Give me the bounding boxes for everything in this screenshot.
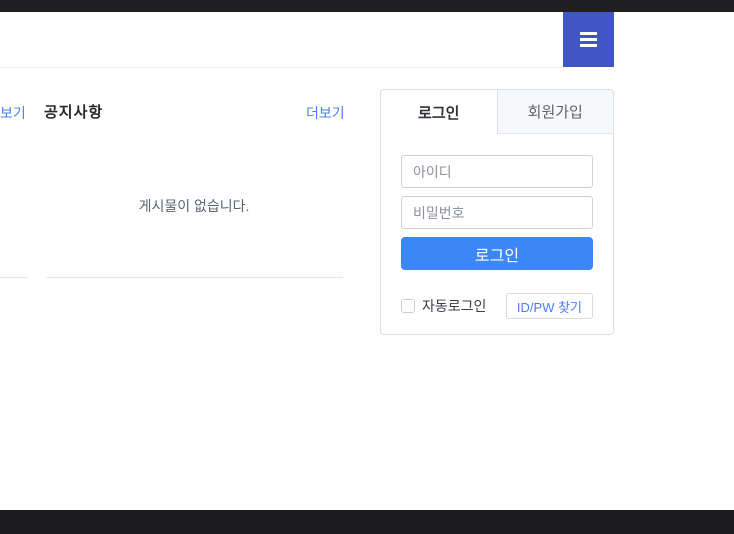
- hamburger-icon: [580, 38, 597, 41]
- cutoff-column-divider: [0, 277, 28, 278]
- notice-divider: [46, 277, 343, 278]
- header-divider: [0, 67, 563, 68]
- cutoff-more-link[interactable]: 보기: [0, 103, 26, 123]
- login-form: 로그인 자동로그인 ID/PW 찾기: [381, 134, 613, 319]
- hamburger-menu-button[interactable]: [563, 12, 614, 67]
- tab-signup[interactable]: 회원가입: [497, 90, 614, 134]
- find-id-pw-button[interactable]: ID/PW 찾기: [506, 293, 593, 319]
- login-options-row: 자동로그인 ID/PW 찾기: [401, 293, 593, 319]
- auto-login-checkbox[interactable]: [401, 299, 415, 313]
- login-panel: 로그인 회원가입 로그인 자동로그인 ID/PW 찾기: [380, 89, 614, 335]
- login-tabs: 로그인 회원가입: [381, 90, 613, 134]
- password-input[interactable]: [401, 196, 593, 229]
- bottom-dark-bar: [0, 510, 734, 534]
- tab-login[interactable]: 로그인: [381, 90, 497, 134]
- top-dark-bar: [0, 0, 734, 12]
- id-input[interactable]: [401, 155, 593, 188]
- login-button[interactable]: 로그인: [401, 237, 593, 270]
- hamburger-icon: [580, 44, 597, 47]
- auto-login-group: 자동로그인: [401, 296, 486, 316]
- notice-section-title: 공지사항: [44, 101, 103, 122]
- notice-empty-message: 게시물이 없습니다.: [44, 196, 344, 216]
- auto-login-label: 자동로그인: [422, 296, 486, 316]
- hamburger-icon: [580, 32, 597, 35]
- notice-more-link[interactable]: 더보기: [306, 103, 345, 123]
